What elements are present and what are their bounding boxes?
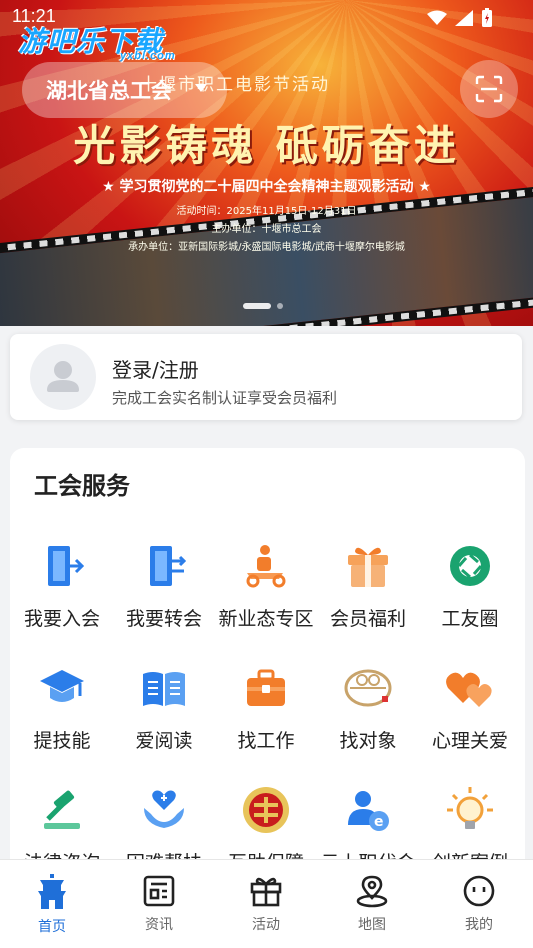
service-skills[interactable]: 提技能 xyxy=(10,662,114,753)
watermark-domain: yxbl.com xyxy=(120,50,176,62)
delivery-scooter-icon xyxy=(240,540,292,592)
transfer-door-icon xyxy=(138,540,190,592)
service-join[interactable]: 我要入会 xyxy=(10,540,114,631)
chevron-down-icon xyxy=(195,84,207,92)
tab-label: 我的 xyxy=(465,917,493,933)
bottom-tab-bar: 首页 资讯 活动 地图 我的 xyxy=(0,859,533,948)
briefcase-icon xyxy=(240,662,292,714)
graduation-cap-icon xyxy=(36,662,88,714)
service-label: 提技能 xyxy=(33,730,91,752)
service-label: 会员福利 xyxy=(329,608,406,630)
service-label: 我要入会 xyxy=(23,608,100,630)
signal-icon xyxy=(455,10,473,26)
lightbulb-icon xyxy=(444,784,496,836)
page-dot xyxy=(277,303,283,309)
region-selector[interactable]: 湖北省总工会 xyxy=(22,62,227,118)
tab-label: 首页 xyxy=(38,919,66,935)
home-pagoda-icon xyxy=(38,874,66,909)
banner-host: 主办单位：十堰市总工会 xyxy=(211,224,322,235)
join-door-icon xyxy=(36,540,88,592)
region-label: 湖北省总工会 xyxy=(46,79,172,103)
news-icon xyxy=(143,875,175,907)
banner-subtitle: ★ 学习贯彻党的二十届四中全会精神主题观影活动 ★ xyxy=(102,179,431,195)
service-label: 新业态专区 xyxy=(218,608,314,630)
tab-home[interactable]: 首页 xyxy=(12,874,92,936)
login-description: 完成工会实名制认证享受会员福利 xyxy=(112,389,338,407)
tab-label: 活动 xyxy=(252,917,280,933)
login-title: 登录/注册 xyxy=(112,358,199,382)
camera-aperture-icon xyxy=(444,540,496,592)
service-label: 找对象 xyxy=(339,730,397,752)
service-label: 我要转会 xyxy=(125,608,202,630)
service-new-business[interactable]: 新业态专区 xyxy=(214,540,318,631)
banner-organizer: 承办单位：亚新国际影城/永盛国际电影城/武商十堰摩尔电影城 xyxy=(128,242,405,253)
tab-profile[interactable]: 我的 xyxy=(439,874,519,934)
gavel-icon xyxy=(36,784,88,836)
tab-news[interactable]: 资讯 xyxy=(119,874,199,934)
service-label: 找工作 xyxy=(237,730,295,752)
activity-gift-icon xyxy=(250,877,282,907)
section-title: 工会服务 xyxy=(34,472,130,500)
helping-hands-icon xyxy=(138,784,190,836)
tab-activities[interactable]: 活动 xyxy=(226,874,306,934)
couple-rings-icon xyxy=(342,662,394,714)
page-dot-active xyxy=(243,303,271,309)
gift-box-icon xyxy=(342,540,394,592)
svg-text:e: e xyxy=(374,814,384,830)
open-book-icon xyxy=(138,662,190,714)
service-label: 心理关爱 xyxy=(431,730,508,752)
tab-label: 资讯 xyxy=(145,917,173,933)
service-member-benefits[interactable]: 会员福利 xyxy=(316,540,420,631)
login-card[interactable]: 登录/注册 完成工会实名制认证享受会员福利 xyxy=(10,334,522,420)
hearts-icon xyxy=(444,662,496,714)
face-icon xyxy=(463,875,495,907)
wifi-icon xyxy=(427,10,447,25)
tab-label: 地图 xyxy=(358,917,386,933)
watermark-logo: 游吧乐下载 yxbl.com xyxy=(18,20,175,62)
user-e-icon: e xyxy=(342,784,394,836)
service-workmates-circle[interactable]: 工友圈 xyxy=(418,540,522,631)
banner-headline: 光影铸魂 砥砺奋进 xyxy=(73,121,460,170)
map-pin-icon xyxy=(356,875,388,908)
service-find-partner[interactable]: 找对象 xyxy=(316,662,420,753)
scan-icon xyxy=(475,75,503,103)
status-icons xyxy=(427,8,493,28)
avatar xyxy=(30,344,96,410)
union-emblem-icon xyxy=(240,784,292,836)
service-transfer[interactable]: 我要转会 xyxy=(112,540,216,631)
union-services-panel: 工会服务 我要入会 我要转会 新业态专区 会员福利 工友圈 提技能 爱阅读 找工… xyxy=(10,448,525,888)
tab-map[interactable]: 地图 xyxy=(332,874,412,934)
service-label: 工友圈 xyxy=(441,608,499,630)
service-find-job[interactable]: 找工作 xyxy=(214,662,318,753)
battery-icon xyxy=(482,8,492,27)
service-mental-care[interactable]: 心理关爱 xyxy=(418,662,522,753)
service-reading[interactable]: 爱阅读 xyxy=(112,662,216,753)
banner-activity-time: 活动时间：2025年11月15日-12月31日 xyxy=(176,206,357,217)
scan-button[interactable] xyxy=(460,60,518,118)
banner-page-indicator xyxy=(243,303,283,309)
user-placeholder-icon xyxy=(47,361,79,392)
service-label: 爱阅读 xyxy=(135,730,193,752)
